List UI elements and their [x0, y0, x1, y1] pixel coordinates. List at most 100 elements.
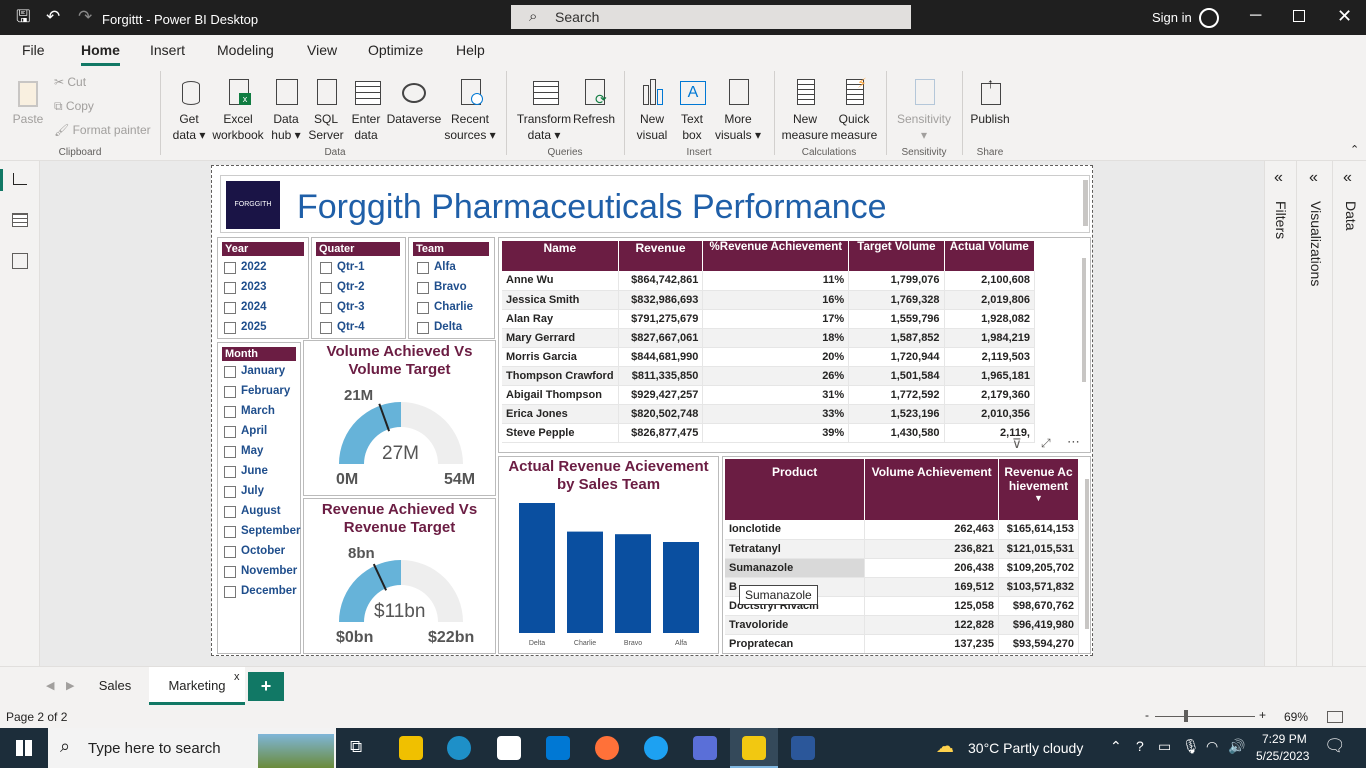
get-data-button[interactable]: Get data ▾ [168, 75, 210, 143]
undo-icon[interactable]: ↶ [46, 8, 60, 26]
copilot-icon[interactable] [693, 736, 717, 760]
wifi-icon[interactable]: ◠ [1206, 738, 1218, 755]
table-row[interactable]: Morris Garcia $844,681,990 20% 1,720,944 2,1… [502, 347, 1036, 367]
year-option[interactable]: 2022 [224, 260, 267, 274]
quarter-option[interactable]: Qtr-2 [320, 280, 364, 294]
new-visual-button[interactable]: New visual [632, 75, 672, 143]
restore-icon[interactable] [1293, 10, 1305, 22]
table-row[interactable]: Thompson Crawford $811,335,850 26% 1,501,58… [502, 366, 1036, 386]
quarter-option[interactable]: Qtr-4 [320, 320, 364, 334]
cut-button[interactable]: ✂ Cut [54, 75, 86, 89]
account-icon[interactable] [1199, 8, 1219, 28]
sales-table-scrollbar[interactable] [1082, 258, 1086, 382]
month-option[interactable]: December [224, 584, 297, 598]
quarter-option[interactable]: Qtr-1 [320, 260, 364, 274]
twitter-icon[interactable] [644, 736, 668, 760]
column-header[interactable]: Volume Achievement [864, 459, 999, 520]
store-icon[interactable] [497, 736, 521, 760]
collapse-ribbon-icon[interactable]: ⌃ [1350, 143, 1359, 156]
table-row[interactable]: Travoloride 122,828 $96,419,980 [725, 615, 1079, 635]
search-box[interactable]: ⌕ Search [511, 5, 911, 29]
add-page-button[interactable]: + [248, 672, 284, 701]
fit-to-page-icon[interactable] [1327, 711, 1343, 723]
menu-optimize[interactable]: Optimize [368, 42, 423, 58]
expand-data-icon[interactable]: « [1343, 169, 1352, 187]
banner-scrollbar[interactable] [1083, 180, 1088, 226]
team-option[interactable]: Bravo [417, 280, 467, 294]
menu-help[interactable]: Help [456, 42, 485, 58]
sign-in-link[interactable]: Sign in [1152, 10, 1192, 25]
notifications-icon[interactable]: 🗨 [1324, 736, 1346, 756]
tab-sales[interactable]: Sales [82, 667, 148, 705]
column-header[interactable]: Revenue Achievement ▼ [998, 459, 1079, 520]
column-header[interactable]: Actual Volume [944, 241, 1036, 271]
minimize-icon[interactable]: ─ [1250, 7, 1261, 25]
year-option[interactable]: 2024 [224, 300, 267, 314]
year-option[interactable]: 2023 [224, 280, 267, 294]
microphone-icon[interactable]: 🎙 [1182, 738, 1200, 755]
weather-text[interactable]: 30°C Partly cloudy [968, 740, 1083, 756]
month-option[interactable]: April [224, 424, 267, 438]
quick-measure-button[interactable]: ⚡ Quick measure [830, 75, 878, 143]
team-option[interactable]: Alfa [417, 260, 456, 274]
show-hidden-icons-icon[interactable]: ⌃ [1110, 738, 1122, 755]
column-header[interactable]: Name [502, 241, 619, 271]
month-option[interactable]: November [224, 564, 297, 578]
filters-pane[interactable]: « Filters [1265, 161, 1297, 666]
column-header[interactable]: Product [725, 459, 866, 520]
publish-button[interactable]: ↑ Publish [968, 75, 1012, 127]
firefox-icon[interactable] [595, 736, 619, 760]
table-row[interactable]: Erica Jones $820,502,748 33% 1,523,196 2,010… [502, 404, 1036, 424]
sensitivity-button[interactable]: Sensitivity ▾ [894, 75, 954, 143]
table-row[interactable]: Mary Gerrard $827,667,061 18% 1,587,852 1,98… [502, 328, 1036, 348]
word-icon[interactable] [791, 736, 815, 760]
product-table-scrollbar[interactable] [1085, 479, 1089, 629]
table-row[interactable]: Propratecan 137,235 $93,594,270 [725, 634, 1079, 653]
table-row[interactable]: Anne Wu $864,742,861 11% 1,799,076 2,100,608 [502, 271, 1036, 291]
month-option[interactable]: October [224, 544, 285, 558]
more-options-icon[interactable]: ⋯ [1067, 434, 1080, 450]
recent-sources-button[interactable]: Recent sources ▾ [442, 75, 498, 143]
table-row[interactable]: Ionclotide 262,463 $165,614,153 [725, 520, 1079, 540]
bar-charlie[interactable] [567, 531, 603, 633]
redo-icon[interactable]: ↷ [78, 8, 92, 26]
paste-button[interactable]: Paste [10, 75, 46, 127]
visualizations-pane[interactable]: « Visualizations [1299, 161, 1333, 666]
filter-icon[interactable]: ⊽ [1012, 436, 1022, 452]
table-row[interactable]: Alan Ray $791,275,679 17% 1,559,796 1,928,08… [502, 309, 1036, 329]
zoom-out-icon[interactable]: - [1145, 708, 1149, 722]
bar-delta[interactable] [519, 503, 555, 633]
save-icon[interactable]: 🖫 [16, 8, 30, 26]
column-header[interactable]: %Revenue Achievement [702, 241, 850, 271]
table-row[interactable]: Tetratanyl 236,821 $121,015,531 [725, 539, 1079, 559]
clock-date[interactable]: 5/25/2023 [1256, 749, 1309, 763]
menu-view[interactable]: View [307, 42, 337, 58]
month-option[interactable]: June [224, 464, 268, 478]
menu-home[interactable]: Home [81, 42, 120, 58]
sql-server-button[interactable]: SQL Server [306, 75, 346, 143]
power-bi-taskbar-button[interactable] [730, 728, 778, 768]
bar-alfa[interactable] [663, 542, 699, 633]
table-row[interactable]: Steve Pepple $826,877,475 39% 1,430,580 2,11… [502, 423, 1036, 443]
expand-visualizations-icon[interactable]: « [1309, 169, 1318, 187]
tab-marketing[interactable]: Marketing [149, 667, 245, 705]
month-option[interactable]: August [224, 504, 281, 518]
expand-filters-icon[interactable]: « [1274, 169, 1283, 187]
new-measure-button[interactable]: New measure [780, 75, 830, 143]
year-option[interactable]: 2025 [224, 320, 267, 334]
data-pane[interactable]: « Data [1335, 161, 1366, 666]
task-view-icon[interactable]: ⧉ [350, 737, 362, 757]
menu-modeling[interactable]: Modeling [217, 42, 274, 58]
volume-icon[interactable]: 🔊 [1228, 738, 1245, 755]
weather-icon[interactable]: ☁ [936, 736, 954, 757]
month-option[interactable]: July [224, 484, 264, 498]
quarter-option[interactable]: Qtr-3 [320, 300, 364, 314]
taskbar-search[interactable]: ⌕ Type here to search [48, 728, 336, 768]
table-view-icon[interactable] [12, 213, 28, 227]
edge-icon[interactable] [447, 736, 471, 760]
scroll-left-icon[interactable]: ◀ [46, 679, 54, 692]
dataverse-button[interactable]: Dataverse [386, 75, 442, 127]
table-row[interactable]: Jessica Smith $832,986,693 16% 1,769,328 2,0… [502, 290, 1036, 310]
column-header[interactable]: Revenue [618, 241, 704, 271]
text-box-button[interactable]: A Text box [674, 75, 710, 143]
